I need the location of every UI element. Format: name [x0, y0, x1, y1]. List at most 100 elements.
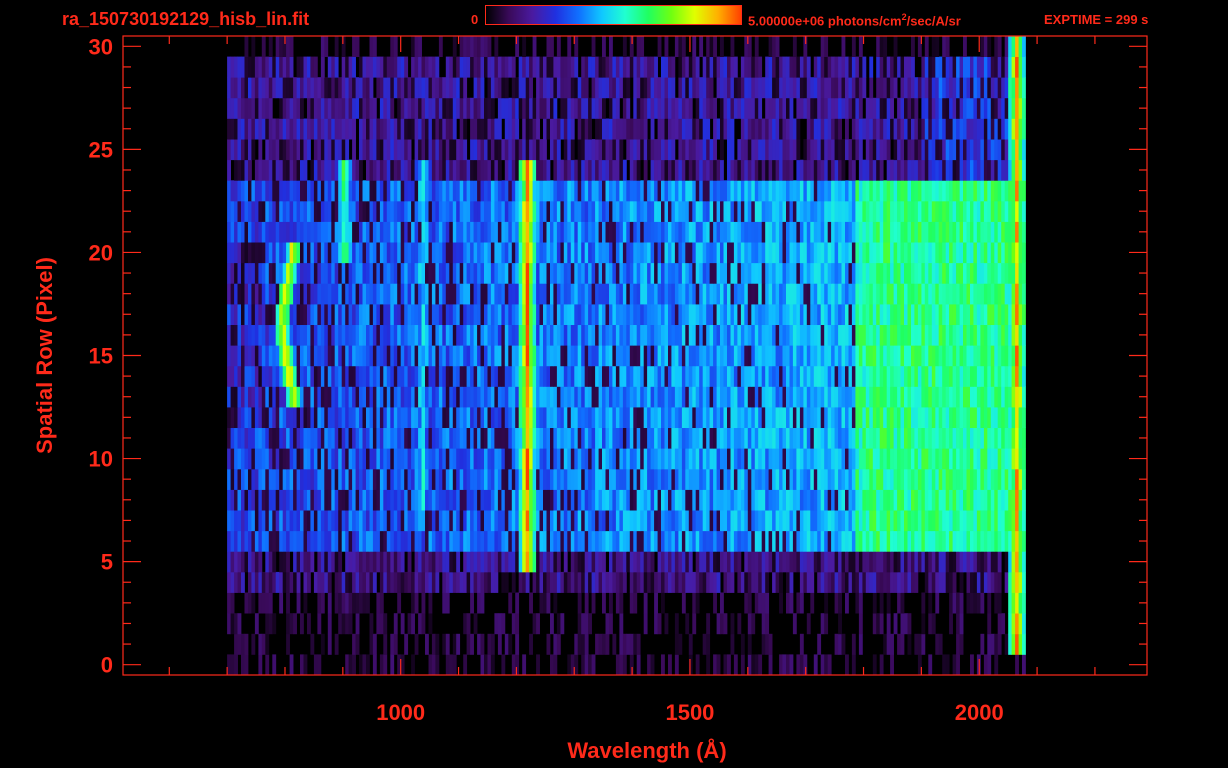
- heatmap-cell: [560, 262, 565, 284]
- heatmap-cell: [723, 365, 728, 387]
- heatmap-cell: [372, 551, 377, 573]
- heatmap-cell: [761, 613, 766, 635]
- heatmap-cell: [397, 427, 402, 449]
- heatmap-cell: [782, 345, 787, 367]
- heatmap-cell: [334, 386, 339, 408]
- heatmap-cell: [449, 365, 454, 387]
- heatmap-cell: [411, 345, 415, 367]
- heatmap-cell: [553, 221, 558, 243]
- heatmap-cell: [480, 448, 485, 470]
- heatmap-cell: [313, 262, 318, 284]
- heatmap-cell: [529, 489, 533, 511]
- heatmap-cell: [341, 200, 346, 222]
- heatmap-cell: [713, 242, 717, 264]
- heatmap-cell: [543, 551, 547, 573]
- heatmap-cell: [473, 242, 478, 264]
- heatmap-cell: [911, 386, 915, 408]
- heatmap-cell: [678, 345, 683, 367]
- heatmap-cell: [838, 180, 842, 202]
- heatmap-cell: [900, 365, 905, 387]
- heatmap-cell: [445, 283, 450, 305]
- heatmap-cell: [678, 448, 683, 470]
- heatmap-cell: [539, 345, 544, 367]
- heatmap-cell: [768, 407, 773, 429]
- heatmap-cell: [935, 407, 940, 429]
- heatmap-cell: [647, 221, 651, 243]
- heatmap-cell: [747, 200, 752, 222]
- heatmap-cell: [924, 427, 929, 449]
- heatmap-cell: [685, 180, 690, 202]
- heatmap-cell: [484, 427, 488, 449]
- heatmap-cell: [237, 262, 242, 284]
- heatmap-cell: [1008, 489, 1013, 511]
- heatmap-cell: [352, 551, 356, 573]
- heatmap-cell: [431, 571, 436, 593]
- heatmap-cell: [484, 324, 488, 346]
- heatmap-cell: [702, 262, 707, 284]
- heatmap-cell: [695, 510, 700, 532]
- heatmap-cell: [602, 200, 606, 222]
- heatmap-cell: [425, 242, 429, 264]
- heatmap-cell: [393, 386, 398, 408]
- heatmap-cell: [598, 304, 603, 326]
- heatmap-cell: [570, 468, 575, 490]
- heatmap-cell: [477, 407, 481, 429]
- heatmap-cell: [779, 448, 783, 470]
- heatmap-cell: [372, 180, 377, 202]
- heatmap-cell: [900, 407, 905, 429]
- heatmap-cell: [241, 386, 245, 408]
- heatmap-cell: [1008, 180, 1013, 202]
- heatmap-cell: [400, 551, 405, 573]
- heatmap-cell: [307, 468, 311, 490]
- heatmap-cell: [636, 283, 641, 305]
- heatmap-cell: [550, 180, 554, 202]
- heatmap-cell: [907, 365, 912, 387]
- heatmap-cell: [602, 386, 606, 408]
- heatmap-cell: [1001, 180, 1006, 202]
- heatmap-cell: [827, 283, 832, 305]
- heatmap-cell: [834, 427, 839, 449]
- heatmap-cell: [997, 407, 1002, 429]
- heatmap-cell: [435, 448, 440, 470]
- heatmap-cell: [720, 200, 724, 222]
- heatmap-cell: [681, 262, 686, 284]
- heatmap-cell: [872, 180, 877, 202]
- heatmap-cell: [702, 180, 707, 202]
- heatmap-cell: [862, 489, 867, 511]
- heatmap-cell: [765, 283, 770, 305]
- heatmap-cell: [303, 551, 308, 573]
- heatmap-cell: [765, 304, 770, 326]
- heatmap-cell: [258, 510, 263, 532]
- heatmap-cell: [254, 262, 259, 284]
- heatmap-cell: [883, 530, 888, 552]
- heatmap-cell: [772, 304, 776, 326]
- heatmap-cell: [230, 365, 235, 387]
- heatmap-cell: [1018, 510, 1023, 532]
- heatmap-cell: [657, 283, 662, 305]
- heatmap-cell: [372, 386, 377, 408]
- heatmap-cell: [928, 283, 933, 305]
- heatmap-cell: [786, 510, 790, 532]
- heatmap-cell: [334, 510, 339, 532]
- heatmap-cell: [556, 365, 561, 387]
- heatmap-cell: [990, 180, 995, 202]
- heatmap-cell: [550, 221, 554, 243]
- heatmap-cell: [1015, 489, 1019, 511]
- heatmap-cell: [945, 324, 950, 346]
- heatmap-cell: [806, 510, 811, 532]
- heatmap-cell: [529, 365, 533, 387]
- heatmap-cell: [438, 468, 443, 490]
- heatmap-cell: [893, 345, 898, 367]
- heatmap-cell: [348, 468, 353, 490]
- heatmap-cell: [657, 304, 662, 326]
- heatmap-cell: [640, 468, 645, 490]
- heatmap-cell: [504, 283, 509, 305]
- heatmap-cell: [900, 200, 905, 222]
- heatmap-cell: [671, 180, 676, 202]
- heatmap-cell: [390, 180, 395, 202]
- heatmap-cell: [851, 654, 856, 676]
- heatmap-cell: [602, 365, 606, 387]
- heatmap-cell: [900, 633, 905, 655]
- heatmap-cell: [963, 365, 967, 387]
- heatmap-cell: [379, 489, 384, 511]
